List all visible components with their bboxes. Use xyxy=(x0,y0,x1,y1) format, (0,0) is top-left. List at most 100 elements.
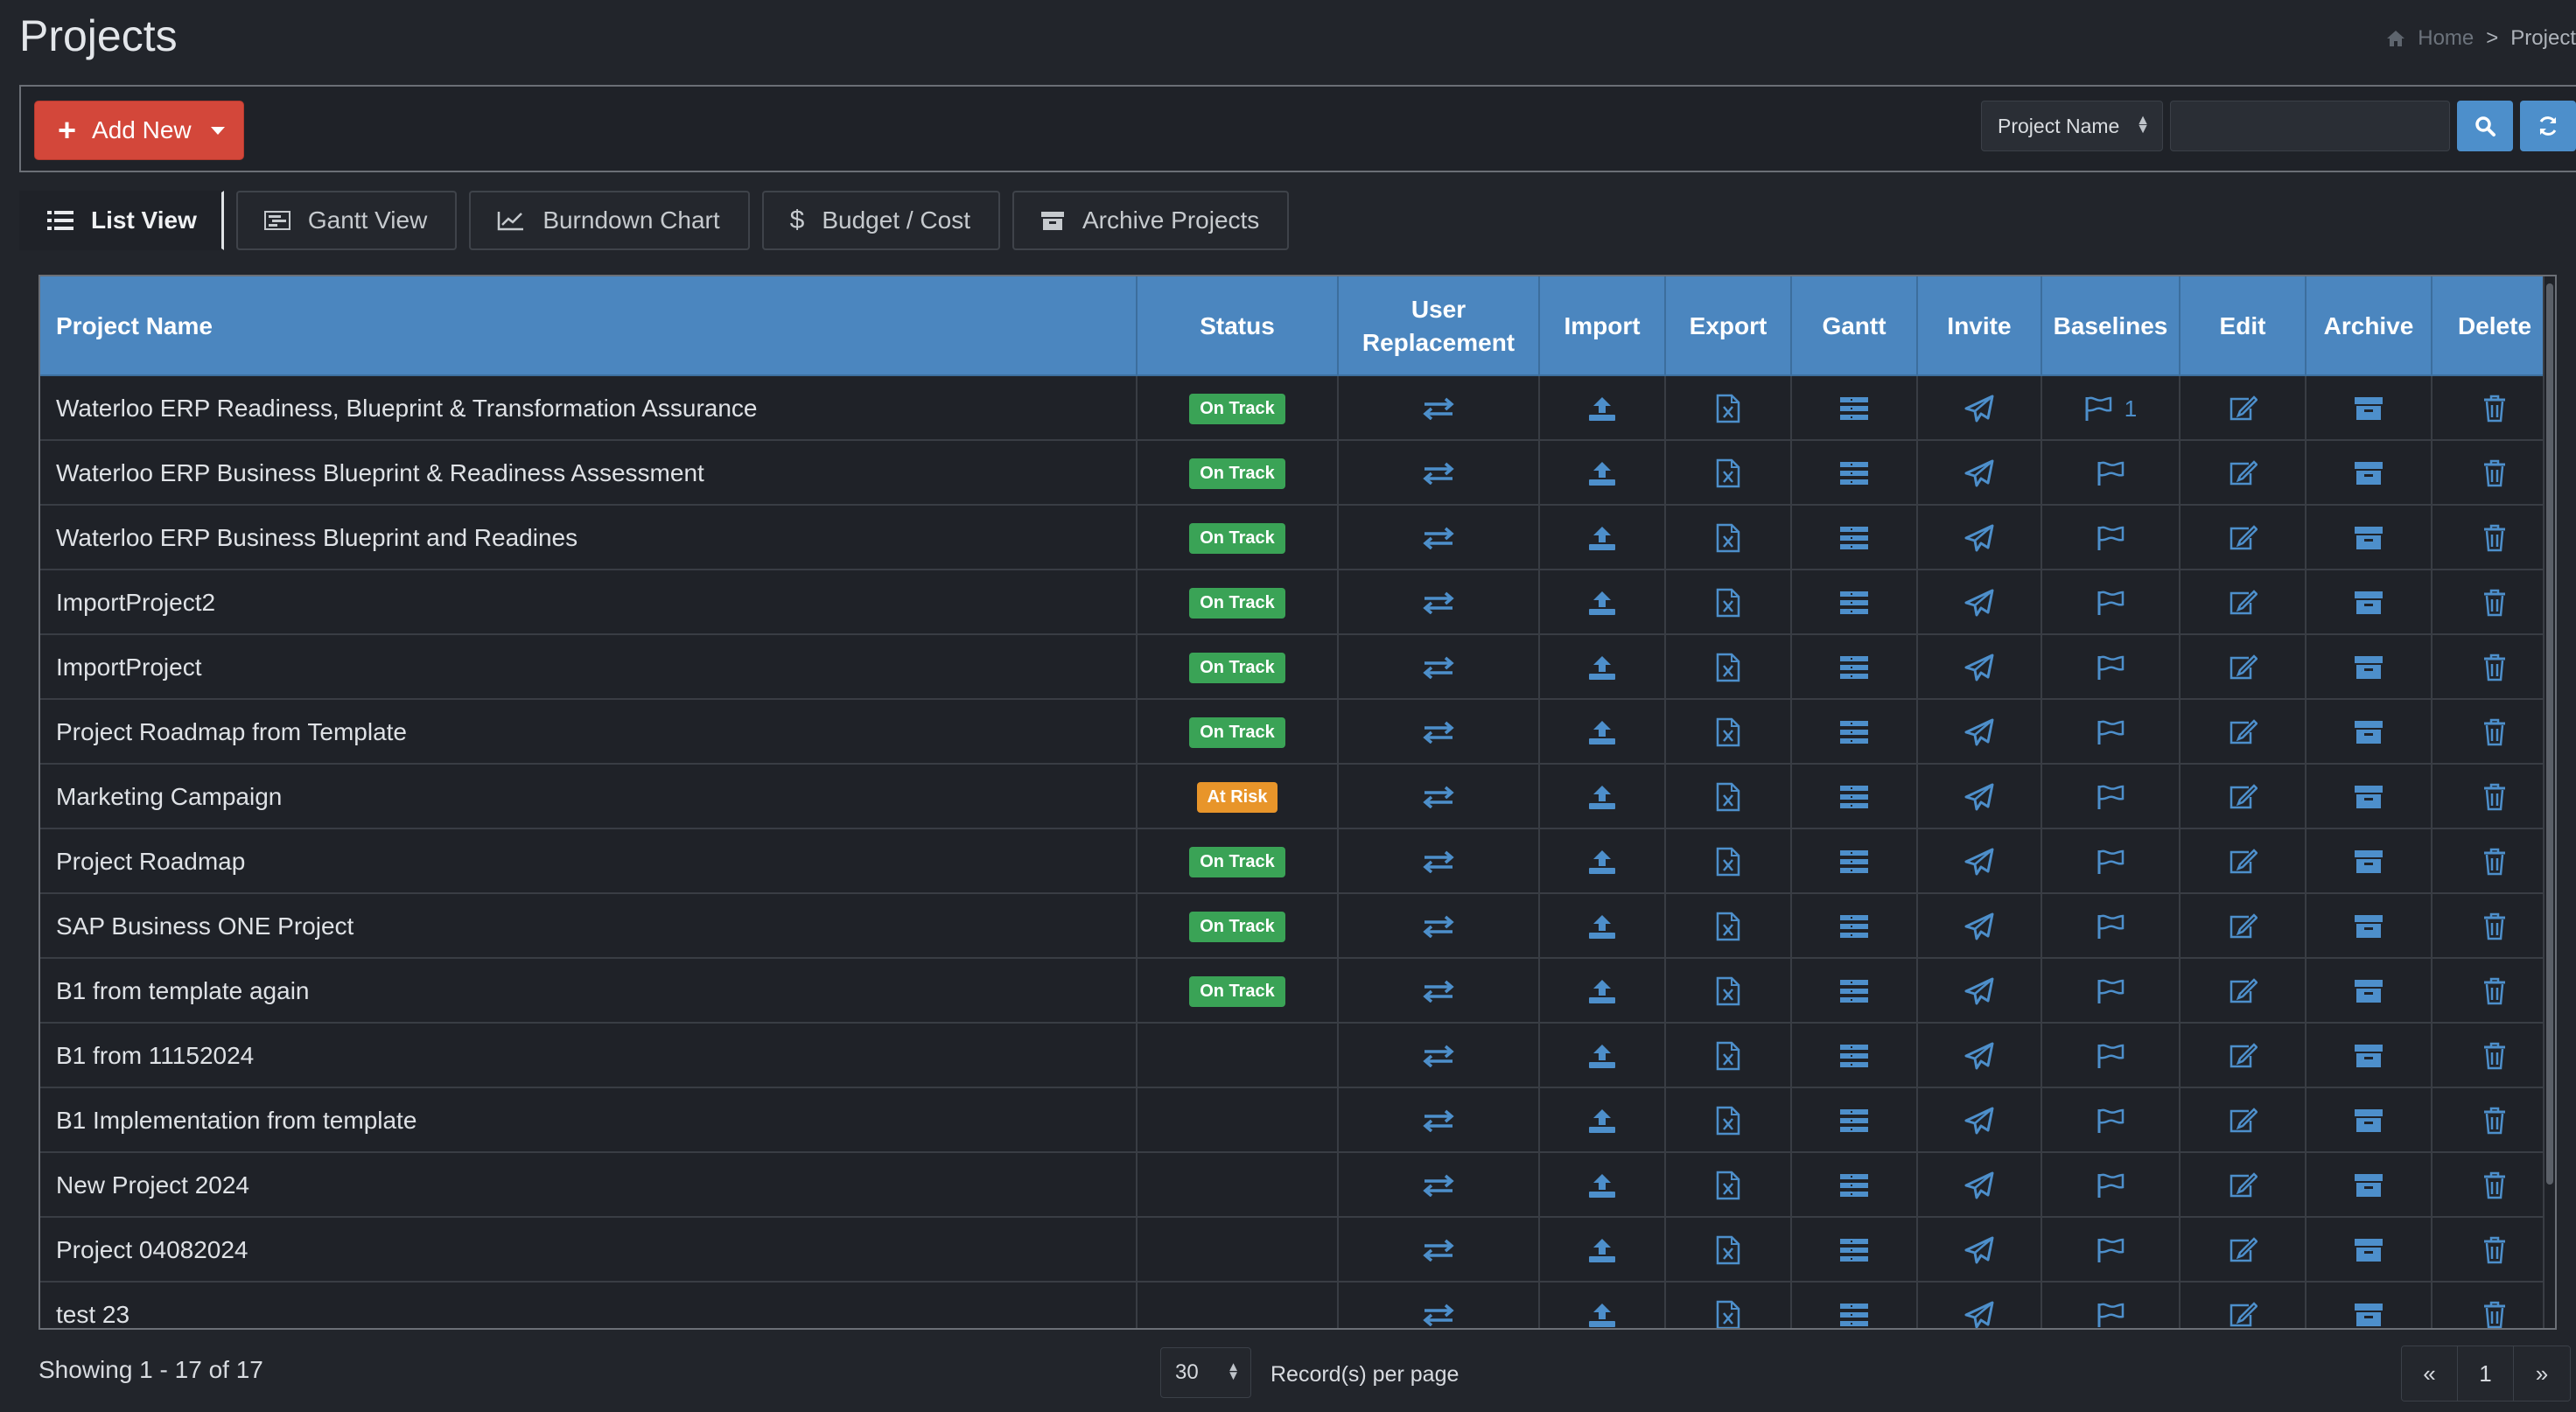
delete-button[interactable] xyxy=(2432,1024,2555,1088)
search-field-select[interactable]: Project Name ▲ ▼ xyxy=(1981,101,2163,151)
import-button[interactable] xyxy=(1540,570,1666,635)
export-button[interactable] xyxy=(1666,441,1792,506)
delete-button[interactable] xyxy=(2432,765,2555,829)
baselines-button[interactable] xyxy=(2042,700,2180,765)
user-replacement-button[interactable] xyxy=(1339,700,1540,765)
project-name-cell[interactable]: Project 04082024 xyxy=(40,1218,1138,1283)
search-button[interactable] xyxy=(2457,101,2513,151)
export-button[interactable] xyxy=(1666,1153,1792,1218)
edit-button[interactable] xyxy=(2180,570,2306,635)
gantt-button[interactable] xyxy=(1792,959,1918,1024)
archive-button[interactable] xyxy=(2306,506,2432,570)
delete-button[interactable] xyxy=(2432,829,2555,894)
import-button[interactable] xyxy=(1540,506,1666,570)
gantt-button[interactable] xyxy=(1792,765,1918,829)
import-button[interactable] xyxy=(1540,1218,1666,1283)
project-name-cell[interactable]: Waterloo ERP Readiness, Blueprint & Tran… xyxy=(40,376,1138,441)
edit-button[interactable] xyxy=(2180,1024,2306,1088)
project-name-cell[interactable]: Waterloo ERP Business Blueprint and Read… xyxy=(40,506,1138,570)
delete-button[interactable] xyxy=(2432,1218,2555,1283)
gantt-button[interactable] xyxy=(1792,1283,1918,1328)
archive-button[interactable] xyxy=(2306,1153,2432,1218)
invite-button[interactable] xyxy=(1918,1218,2042,1283)
user-replacement-button[interactable] xyxy=(1339,894,1540,959)
archive-button[interactable] xyxy=(2306,376,2432,441)
delete-button[interactable] xyxy=(2432,376,2555,441)
import-button[interactable] xyxy=(1540,441,1666,506)
project-name-cell[interactable]: Marketing Campaign xyxy=(40,765,1138,829)
user-replacement-button[interactable] xyxy=(1339,1283,1540,1328)
delete-button[interactable] xyxy=(2432,1283,2555,1328)
gantt-button[interactable] xyxy=(1792,1088,1918,1153)
invite-button[interactable] xyxy=(1918,1283,2042,1328)
tab-burndown-chart[interactable]: Burndown Chart xyxy=(469,191,750,250)
import-button[interactable] xyxy=(1540,1283,1666,1328)
gantt-button[interactable] xyxy=(1792,1218,1918,1283)
archive-button[interactable] xyxy=(2306,1024,2432,1088)
archive-button[interactable] xyxy=(2306,700,2432,765)
breadcrumb-home-link[interactable]: Home xyxy=(2418,26,2474,51)
user-replacement-button[interactable] xyxy=(1339,635,1540,700)
edit-button[interactable] xyxy=(2180,635,2306,700)
delete-button[interactable] xyxy=(2432,1153,2555,1218)
import-button[interactable] xyxy=(1540,1024,1666,1088)
archive-button[interactable] xyxy=(2306,441,2432,506)
baselines-button[interactable] xyxy=(2042,1088,2180,1153)
baselines-button[interactable] xyxy=(2042,1024,2180,1088)
invite-button[interactable] xyxy=(1918,1024,2042,1088)
archive-button[interactable] xyxy=(2306,635,2432,700)
gantt-button[interactable] xyxy=(1792,506,1918,570)
gantt-button[interactable] xyxy=(1792,894,1918,959)
project-name-cell[interactable]: New Project 2024 xyxy=(40,1153,1138,1218)
pager-prev[interactable]: « xyxy=(2402,1346,2458,1401)
edit-button[interactable] xyxy=(2180,894,2306,959)
tab-list-view[interactable]: List View xyxy=(19,191,224,250)
archive-button[interactable] xyxy=(2306,1218,2432,1283)
gantt-button[interactable] xyxy=(1792,635,1918,700)
invite-button[interactable] xyxy=(1918,376,2042,441)
user-replacement-button[interactable] xyxy=(1339,1218,1540,1283)
baselines-button[interactable] xyxy=(2042,959,2180,1024)
tab-archive-projects[interactable]: Archive Projects xyxy=(1012,191,1290,250)
per-page-select[interactable]: 30 ▲ ▼ xyxy=(1160,1347,1251,1398)
gantt-button[interactable] xyxy=(1792,829,1918,894)
edit-button[interactable] xyxy=(2180,376,2306,441)
project-name-cell[interactable]: ImportProject xyxy=(40,635,1138,700)
refresh-button[interactable] xyxy=(2520,101,2576,151)
baselines-button[interactable] xyxy=(2042,894,2180,959)
pager-page-1[interactable]: 1 xyxy=(2458,1346,2514,1401)
edit-button[interactable] xyxy=(2180,1218,2306,1283)
user-replacement-button[interactable] xyxy=(1339,1153,1540,1218)
baselines-button[interactable] xyxy=(2042,765,2180,829)
baselines-button[interactable] xyxy=(2042,1218,2180,1283)
user-replacement-button[interactable] xyxy=(1339,959,1540,1024)
export-button[interactable] xyxy=(1666,1218,1792,1283)
delete-button[interactable] xyxy=(2432,959,2555,1024)
tab-gantt-view[interactable]: Gantt View xyxy=(235,191,458,250)
export-button[interactable] xyxy=(1666,1283,1792,1328)
delete-button[interactable] xyxy=(2432,441,2555,506)
invite-button[interactable] xyxy=(1918,959,2042,1024)
baselines-button[interactable] xyxy=(2042,1153,2180,1218)
baselines-button[interactable] xyxy=(2042,506,2180,570)
export-button[interactable] xyxy=(1666,765,1792,829)
invite-button[interactable] xyxy=(1918,829,2042,894)
project-name-cell[interactable]: SAP Business ONE Project xyxy=(40,894,1138,959)
archive-button[interactable] xyxy=(2306,894,2432,959)
export-button[interactable] xyxy=(1666,959,1792,1024)
caret-down-icon[interactable] xyxy=(210,126,225,135)
user-replacement-button[interactable] xyxy=(1339,506,1540,570)
edit-button[interactable] xyxy=(2180,1088,2306,1153)
invite-button[interactable] xyxy=(1918,894,2042,959)
delete-button[interactable] xyxy=(2432,700,2555,765)
add-new-button[interactable]: + Add New xyxy=(34,101,244,160)
project-name-cell[interactable]: B1 Implementation from template xyxy=(40,1088,1138,1153)
archive-button[interactable] xyxy=(2306,959,2432,1024)
import-button[interactable] xyxy=(1540,635,1666,700)
user-replacement-button[interactable] xyxy=(1339,376,1540,441)
archive-button[interactable] xyxy=(2306,765,2432,829)
export-button[interactable] xyxy=(1666,1088,1792,1153)
baselines-button[interactable] xyxy=(2042,829,2180,894)
import-button[interactable] xyxy=(1540,1153,1666,1218)
header-project-name[interactable]: Project Name xyxy=(40,276,1138,376)
